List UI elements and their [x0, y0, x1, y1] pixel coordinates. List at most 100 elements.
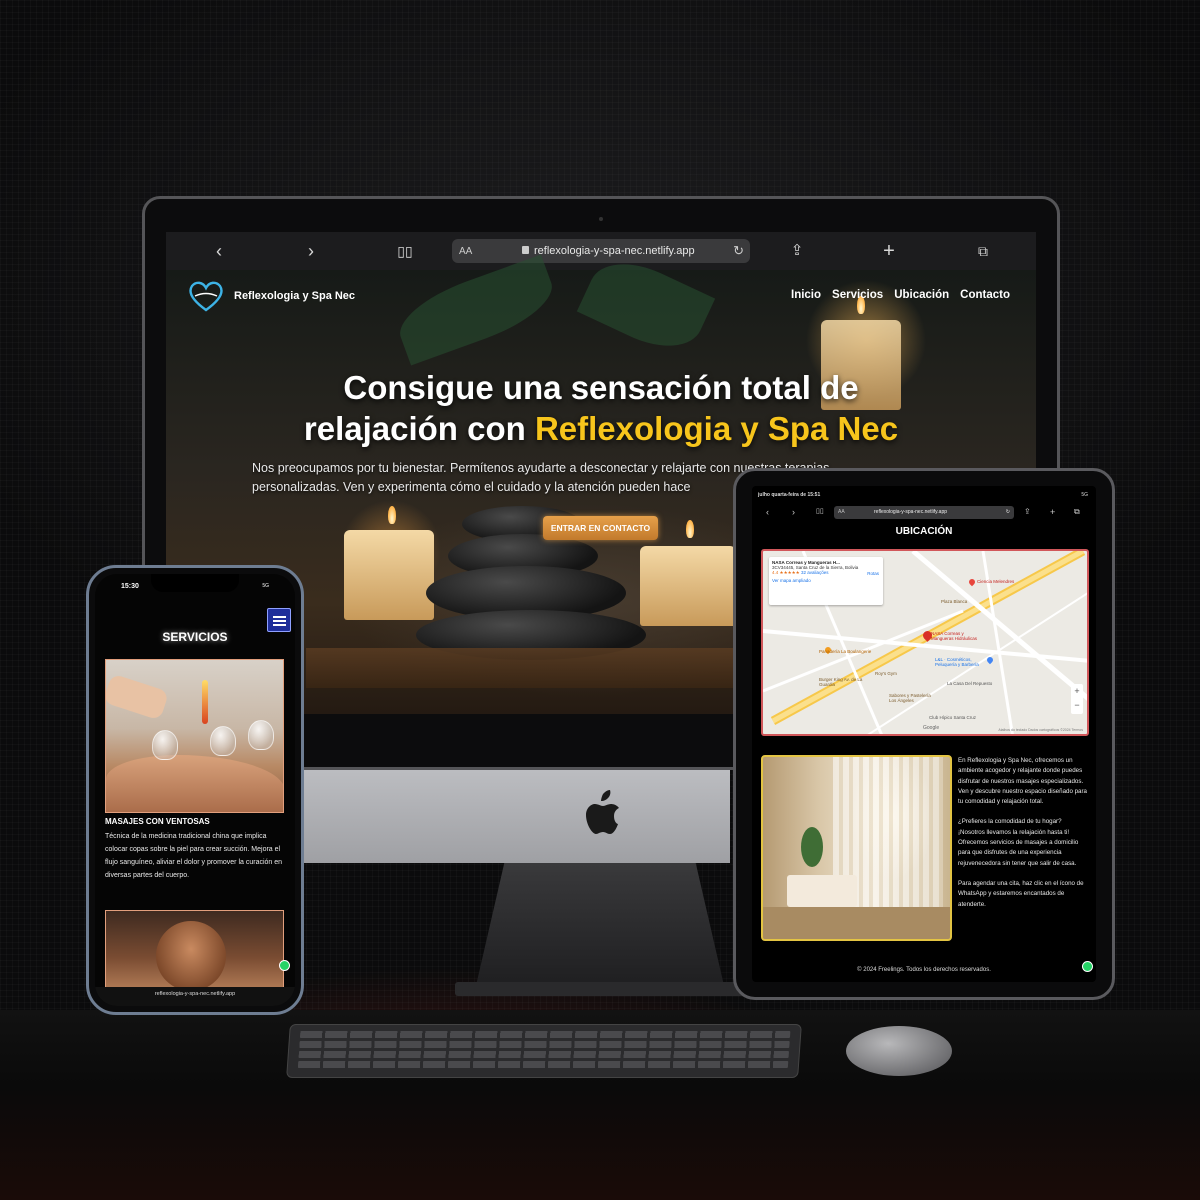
- mouse: [846, 1026, 952, 1076]
- address-bar[interactable]: AA reflexologia-y-spa-nec.netlify.app ↻: [452, 239, 750, 263]
- map-label: Sabores y Pastelería Los Ángeles: [889, 693, 931, 703]
- imac-camera: [599, 217, 603, 221]
- book-icon[interactable]: ▯▯: [816, 507, 824, 515]
- text-size-button[interactable]: AA: [459, 246, 472, 257]
- client-back: [106, 755, 283, 812]
- key-row: [298, 1051, 789, 1058]
- candle-flame: [686, 520, 694, 538]
- map-label: Panadería La Boulangerie: [819, 649, 872, 654]
- service-description: Técnica de la medicina tradicional china…: [105, 833, 283, 879]
- map-label: Roy's Gym: [875, 671, 897, 676]
- new-tab-icon[interactable]: +: [1050, 507, 1055, 517]
- location-paragraph: En Reflexologia y Spa Nec, ofrecemos un …: [958, 757, 1087, 806]
- bamboo-mat: [306, 648, 786, 688]
- main-nav: Inicio Servicios Ubicación Contacto: [791, 289, 1010, 301]
- tablet-url-text: reflexologia-y-spa-nec.netlify.app: [874, 509, 948, 515]
- chevron-right-icon[interactable]: ›: [792, 507, 795, 517]
- fire-torch: [202, 680, 208, 724]
- key-row: [299, 1031, 791, 1038]
- location-paragraph: ¿Prefieres la comodidad de tu hogar? ¡No…: [958, 818, 1079, 867]
- google-logo: Google: [923, 725, 940, 731]
- candle-flame: [388, 506, 396, 524]
- keyboard: [286, 1024, 802, 1078]
- imac-stand: [475, 860, 725, 990]
- share-icon[interactable]: ⇪: [1024, 507, 1031, 516]
- site-header: Reflexologia y Spa Nec Inicio Servicios …: [166, 272, 1036, 318]
- map-enlarge-link[interactable]: Ver mapa ampliado: [772, 578, 880, 583]
- heart-logo-icon[interactable]: [186, 278, 226, 314]
- new-tab-icon[interactable]: +: [878, 240, 900, 262]
- map-attribution[interactable]: Atalhos do teclado Dados cartográficos ©…: [998, 728, 1083, 732]
- location-description: En Reflexologia y Spa Nec, ofrecemos un …: [958, 756, 1090, 920]
- chevron-left-icon[interactable]: ‹: [766, 507, 769, 517]
- map-directions-link[interactable]: Rotas: [867, 571, 879, 576]
- candle: [640, 546, 736, 626]
- hero-title: Consigue una sensación total de relajaci…: [206, 367, 996, 449]
- reload-icon[interactable]: ↻: [1006, 506, 1010, 519]
- whatsapp-icon[interactable]: [1082, 961, 1093, 972]
- key-row: [297, 1061, 789, 1068]
- nav-link-servicios[interactable]: Servicios: [832, 289, 883, 301]
- brand-name[interactable]: Reflexologia y Spa Nec: [234, 290, 355, 302]
- hero-title-highlight: Reflexologia y Spa Nec: [534, 410, 899, 447]
- map-zoom-control[interactable]: + −: [1071, 684, 1083, 714]
- map-rating: 4.4: [772, 570, 779, 575]
- phone-screen: 15:30 5G SERVICIOS MASAJES CON VENTOSAS …: [95, 574, 295, 1006]
- hero-title-part2: relajación con: [303, 410, 526, 447]
- reload-icon[interactable]: ↻: [733, 243, 744, 259]
- embedded-map[interactable]: NASA Correas y Mangueras H... 3CV34445, …: [761, 549, 1089, 736]
- map-place-card[interactable]: NASA Correas y Mangueras H... 3CV34445, …: [769, 557, 883, 605]
- browser-toolbar: ‹ › ▯▯ AA reflexologia-y-spa-nec.netlify…: [166, 232, 1036, 270]
- chevron-left-icon[interactable]: ‹: [208, 240, 230, 262]
- contact-cta-button[interactable]: ENTRAR EN CONTACTO: [543, 516, 658, 540]
- cupping-massage-photo: [105, 659, 284, 813]
- tablet-address-bar[interactable]: AA reflexologia-y-spa-nec.netlify.app ↻: [834, 506, 1014, 519]
- tablet-status-time: julho quarta-feira de 15:51: [758, 492, 821, 498]
- spa-room-photo: [761, 755, 952, 941]
- map-stars: ★★★★★: [779, 570, 800, 575]
- chevron-right-icon[interactable]: ›: [300, 240, 322, 262]
- ipad-screen: julho quarta-feira de 15:51 5G ‹ › ▯▯ AA…: [752, 486, 1096, 982]
- floor: [763, 907, 950, 939]
- hand-massage-photo: [105, 910, 284, 990]
- tablet-footer: © 2024 Freelings. Todos los derechos res…: [857, 967, 991, 973]
- map-label: Burger King Av. de La Guardia: [819, 677, 863, 687]
- hero-title-line1: Consigue una sensación total de: [343, 369, 859, 406]
- book-icon[interactable]: ▯▯: [394, 240, 416, 262]
- cupping-glass: [210, 726, 236, 756]
- map-label: L&L · Cosméticos, Peluquería y Barbería: [935, 657, 979, 667]
- imac-stand-base: [455, 982, 745, 996]
- map-label: Plaza Blanca: [941, 599, 968, 604]
- map-reviews-link[interactable]: 32 avaliações: [801, 570, 829, 575]
- nav-link-contacto[interactable]: Contacto: [960, 289, 1010, 301]
- cupping-glass: [248, 720, 274, 750]
- nav-link-inicio[interactable]: Inicio: [791, 289, 821, 301]
- whatsapp-icon[interactable]: [279, 960, 290, 971]
- hamburger-menu-icon[interactable]: [267, 608, 291, 632]
- tablet-browser-toolbar: ‹ › ▯▯ AA reflexologia-y-spa-nec.netlify…: [752, 504, 1096, 522]
- services-section-title: SERVICIOS: [162, 630, 228, 644]
- map-label: La Casa Del Repuesto: [947, 681, 993, 686]
- hero-title-line2: relajación con Reflexologia y Spa Nec: [206, 408, 996, 449]
- key-row: [299, 1041, 790, 1048]
- map-label: Ciencia Melendres: [977, 579, 1015, 584]
- phone-notch: [151, 574, 239, 592]
- share-icon[interactable]: ⇪: [786, 240, 808, 262]
- map-label: NASA Correas y Mangueras Hidráulicas: [931, 631, 978, 641]
- tablet-signal: 5G: [1081, 492, 1088, 498]
- candle: [344, 530, 434, 620]
- text-size-button[interactable]: AA: [838, 506, 845, 519]
- tabs-icon[interactable]: ⧉: [1074, 507, 1080, 517]
- cupping-glass: [152, 730, 178, 760]
- location-paragraph: Para agendar una cita, haz clic en el íc…: [958, 879, 1084, 908]
- phone-signal: 5G: [262, 583, 269, 589]
- tabs-icon[interactable]: ⧉: [972, 240, 994, 262]
- phone-url-bar[interactable]: reflexologia-y-spa-nec.netlify.app: [95, 987, 295, 1006]
- phone-status-time: 15:30: [121, 583, 139, 590]
- imac-chin: [300, 765, 730, 863]
- location-section-title: UBICACIÓN: [895, 526, 953, 537]
- hands: [156, 921, 226, 989]
- nav-link-ubicacion[interactable]: Ubicación: [894, 289, 949, 301]
- massage-bed: [787, 875, 857, 907]
- service-title: MASAJES CON VENTOSAS: [105, 817, 210, 826]
